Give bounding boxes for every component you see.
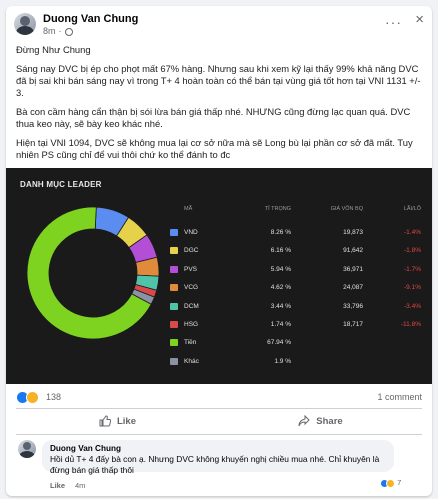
portfolio-row: Tiền 67.94 % — [6, 336, 432, 350]
portfolio-row: Khác 1.9 % — [6, 355, 432, 369]
legend-swatch — [170, 339, 178, 347]
haha-reaction-icon — [386, 478, 395, 488]
row-pl: -1.7% — [404, 265, 421, 273]
row-pl: -9.1% — [404, 284, 421, 292]
author-avatar[interactable] — [14, 13, 36, 35]
row-pl: -1.8% — [404, 247, 421, 255]
row-code: VND — [184, 229, 198, 236]
row-weight: 67.94 % — [267, 339, 291, 347]
portfolio-row: PVS 5.94 % 36,971 -1.7% — [6, 263, 432, 277]
row-code: PVS — [184, 265, 198, 273]
legend-swatch — [170, 284, 178, 292]
post-paragraph: Hiện tại VNI 1094, DVC sẽ không mua lại … — [16, 137, 413, 160]
row-pl: -1.4% — [404, 229, 421, 236]
more-options-icon[interactable]: ··· — [385, 14, 402, 30]
row-weight: 6.16 % — [270, 247, 291, 255]
reaction-count[interactable]: 138 — [46, 392, 61, 402]
row-price: 36,971 — [343, 265, 363, 273]
row-code: VCG — [184, 284, 199, 292]
legend-swatch — [170, 265, 178, 273]
comment-time[interactable]: 4m — [75, 481, 85, 490]
row-price: 91,642 — [343, 247, 363, 255]
row-code: DGC — [184, 247, 199, 255]
row-price: 24,087 — [343, 284, 363, 292]
post-paragraph: Sáng nay DVC bị ép cho phọt mất 67% hàng… — [16, 63, 421, 98]
row-pl: -11.8% — [400, 321, 421, 328]
row-pl: -3.4% — [404, 302, 421, 310]
portfolio-title: DANH MỤC LEADER — [20, 180, 102, 189]
like-label: Like — [116, 415, 136, 427]
header-code: MÃ — [184, 206, 193, 212]
row-price: 19,873 — [343, 229, 363, 236]
reaction-bar: 138 1 comment — [16, 391, 422, 405]
divider — [16, 408, 422, 409]
comment-like-link[interactable]: Like — [50, 481, 65, 490]
row-code: Khác — [184, 357, 199, 365]
row-weight: 8.26 % — [270, 229, 291, 236]
thumbs-up-icon — [99, 415, 111, 427]
row-price: 18,717 — [343, 321, 363, 328]
commenter-name[interactable]: Duong Van Chung — [50, 444, 386, 453]
portfolio-row: DCM 3.44 % 33,796 -3.4% — [6, 300, 432, 314]
comment-bubble: Duong Van Chung Hồi dủ T+ 4 đấy bà con ạ… — [42, 440, 394, 475]
portfolio-row: HSG 1.74 % 18,717 -11.8% — [6, 318, 432, 332]
portfolio-row: DGC 6.16 % 91,642 -1.8% — [6, 244, 432, 258]
post-card: Duong Van Chung 8m · ··· × Đừng Như Chun… — [6, 6, 432, 496]
comment-reaction-count[interactable]: 7 — [380, 478, 401, 488]
row-weight: 1.9 % — [274, 357, 291, 365]
header-weight: TỈ TRỌNG — [264, 206, 291, 212]
header-price: GIÁ VỐN BQ — [330, 206, 363, 212]
row-code: Tiền — [184, 339, 197, 347]
legend-swatch — [170, 357, 178, 365]
row-weight: 5.94 % — [270, 265, 291, 273]
divider — [16, 434, 422, 435]
row-weight: 4.62 % — [270, 284, 291, 292]
post-time[interactable]: 8m — [43, 26, 56, 37]
row-weight: 1.74 % — [270, 321, 291, 328]
comment-text: Hồi dủ T+ 4 đấy bà con ạ. Nhưng DVC khôn… — [50, 454, 380, 475]
header-pl: LÃI/LỖ — [403, 206, 421, 212]
author-name[interactable]: Duong Van Chung — [43, 13, 138, 25]
share-button[interactable]: Share — [219, 410, 422, 432]
post-paragraph: Bà con cầm hàng cẩn thận bị sói lừa bán … — [16, 106, 411, 129]
row-weight: 3.44 % — [270, 302, 291, 310]
share-icon — [298, 415, 311, 427]
comment: Duong Van Chung Hồi dủ T+ 4 đấy bà con ạ… — [16, 440, 422, 496]
row-code: HSG — [184, 321, 199, 328]
close-icon[interactable]: × — [415, 11, 424, 28]
legend-swatch — [170, 321, 178, 328]
haha-reaction-icon — [26, 391, 39, 404]
reaction-icons[interactable] — [16, 391, 39, 404]
post-body: Đừng Như Chung Sáng nay DVC bị ép cho ph… — [6, 42, 432, 161]
legend-swatch — [170, 229, 178, 236]
share-label: Share — [316, 415, 343, 427]
row-price: 33,796 — [343, 302, 363, 310]
portfolio-row: VND 8.26 % 19,873 -1.4% — [6, 226, 432, 240]
author-block: Duong Van Chung 8m · — [43, 13, 138, 37]
action-bar: Like Share — [16, 410, 422, 432]
portfolio-image[interactable]: DANH MỤC LEADER MÃ TỈ TRỌNG GIÁ VỐN BQ L… — [6, 168, 432, 384]
post-paragraph: Đừng Như Chung — [16, 44, 91, 55]
portfolio-row: VCG 4.62 % 24,087 -9.1% — [6, 281, 432, 295]
legend-swatch — [170, 247, 178, 255]
comment-count[interactable]: 1 comment — [377, 392, 422, 402]
row-code: DCM — [184, 302, 199, 310]
post-meta: 8m · — [43, 26, 138, 37]
commenter-avatar[interactable] — [18, 440, 36, 458]
comment-actions: Like 4m — [50, 481, 85, 490]
globe-icon — [64, 28, 73, 37]
like-button[interactable]: Like — [16, 410, 219, 432]
legend-swatch — [170, 302, 178, 310]
post-header: Duong Van Chung 8m · ··· × — [6, 6, 432, 42]
